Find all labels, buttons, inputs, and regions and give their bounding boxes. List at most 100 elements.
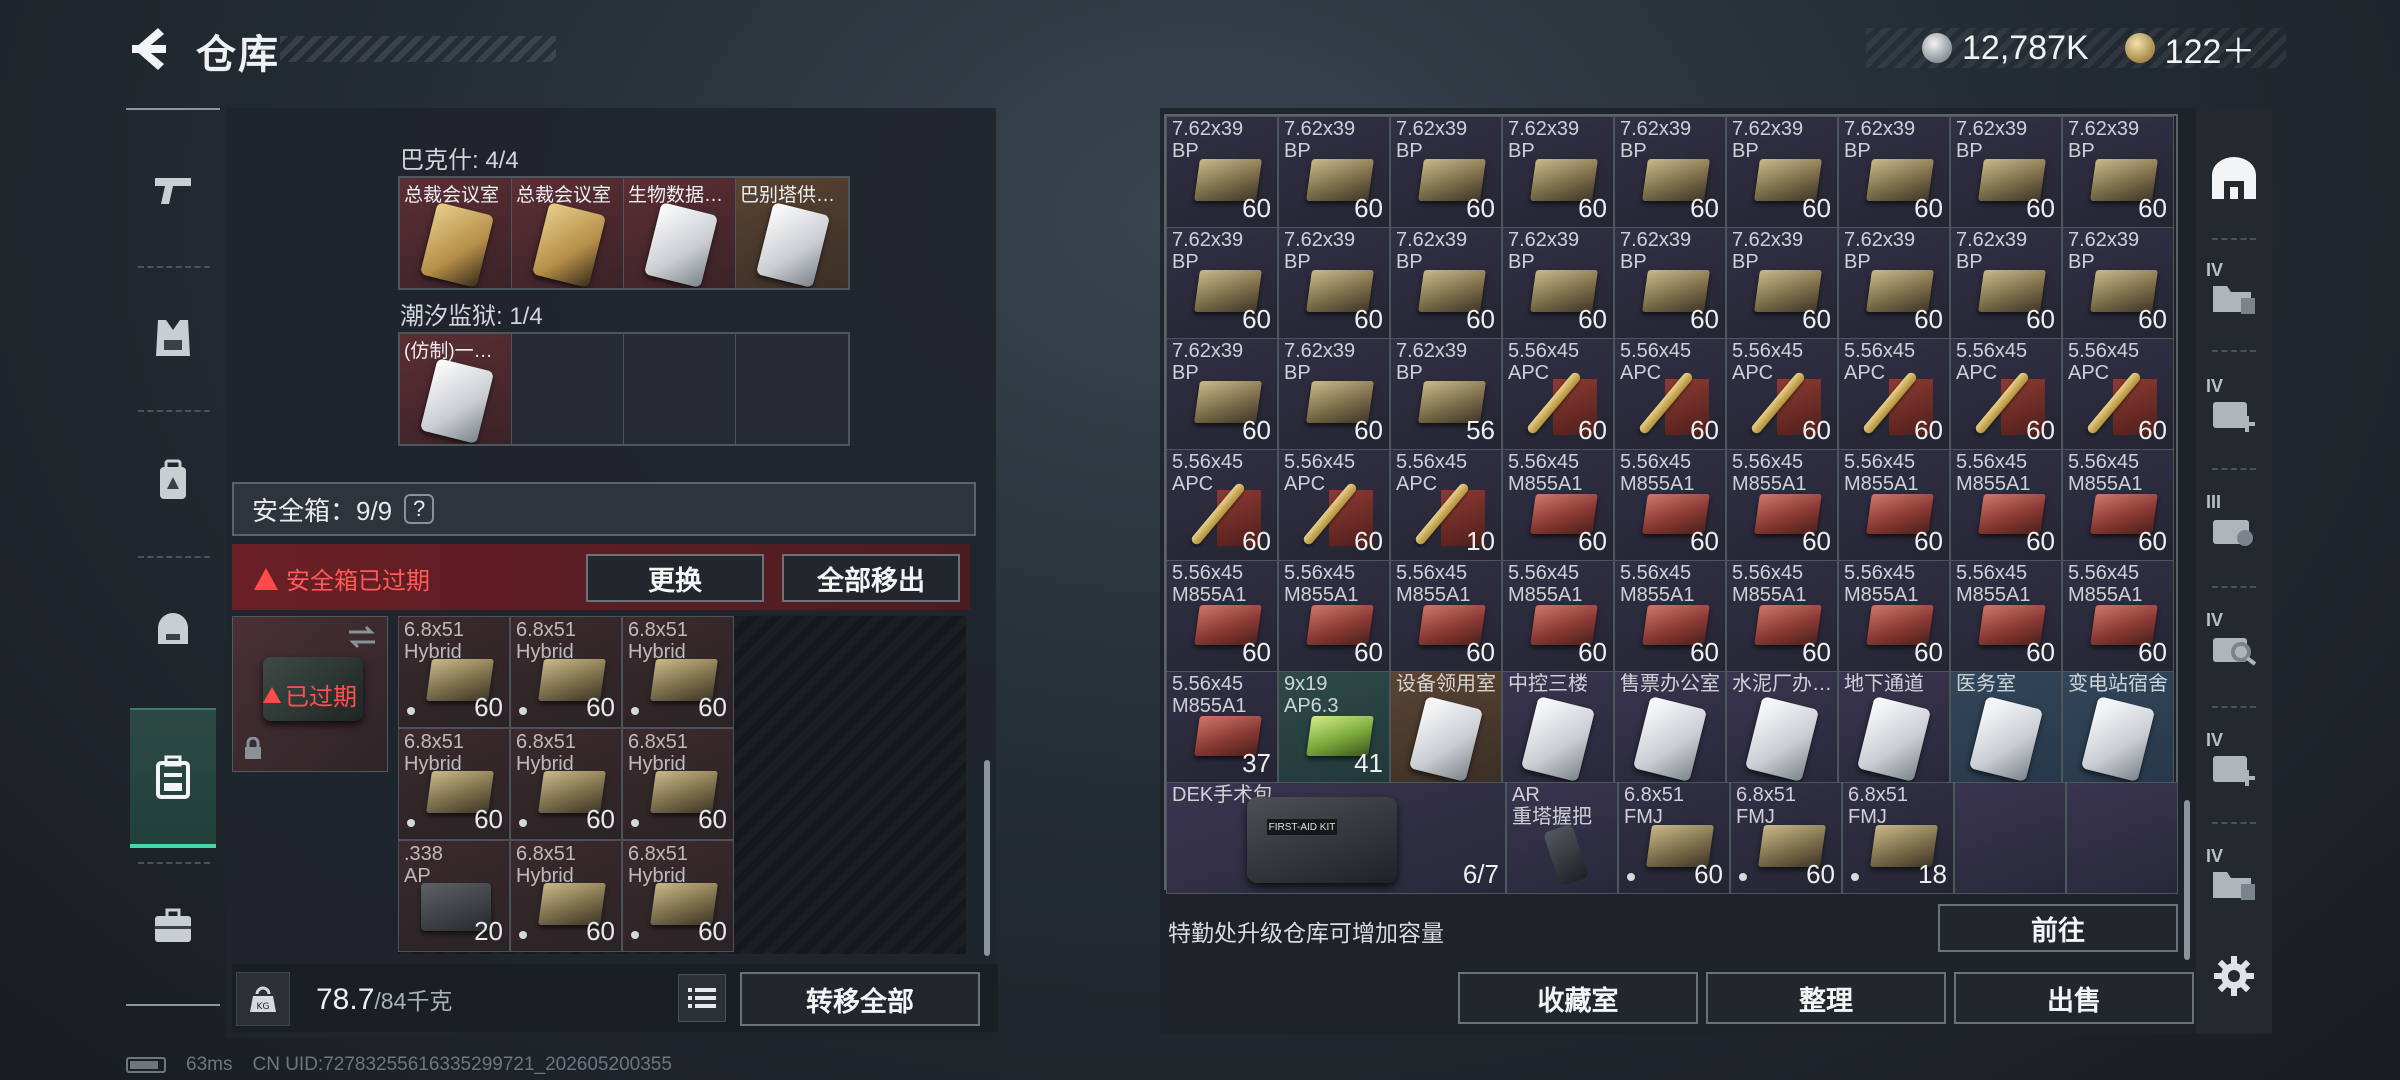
keycard-slot[interactable]: (仿制)一… bbox=[400, 334, 512, 444]
warehouse-tab-5[interactable]: IV bbox=[2196, 716, 2272, 816]
keycard-slot[interactable]: 总裁会议室 bbox=[512, 178, 624, 288]
go-button[interactable]: 前往 bbox=[1938, 904, 2178, 952]
secure-item[interactable]: 6.8x51 Hybrid 60 bbox=[398, 728, 510, 840]
nav-backpack[interactable] bbox=[130, 420, 216, 540]
warehouse-tab-6[interactable]: IV bbox=[2196, 832, 2272, 932]
swap-icon[interactable] bbox=[347, 625, 377, 649]
warehouse-item[interactable]: 设备领用室 bbox=[1390, 671, 1502, 783]
warehouse-item[interactable]: 7.62x39 BP 56 bbox=[1390, 338, 1502, 450]
warehouse-item[interactable]: 5.56x45 M855A1 60 bbox=[1950, 560, 2062, 672]
warehouse-tab-all[interactable] bbox=[2196, 128, 2272, 228]
nav-briefcase[interactable] bbox=[130, 866, 216, 986]
replace-button[interactable]: 更换 bbox=[586, 554, 764, 602]
safe-box-slot[interactable]: 已过期 bbox=[232, 616, 388, 772]
warehouse-item[interactable]: 7.62x39 BP 60 bbox=[1390, 227, 1502, 339]
warehouse-item[interactable]: 5.56x45 M855A1 60 bbox=[1502, 560, 1614, 672]
warehouse-item[interactable]: 7.62x39 BP 60 bbox=[1390, 116, 1502, 228]
secure-item[interactable]: 6.8x51 Hybrid 60 bbox=[622, 616, 734, 728]
sort-button[interactable]: 整理 bbox=[1706, 972, 1946, 1024]
warehouse-item[interactable]: 6.8x51 FMJ 60 bbox=[1618, 782, 1730, 894]
warehouse-item[interactable]: 7.62x39 BP 60 bbox=[1614, 116, 1726, 228]
warehouse-tab-4[interactable]: IV bbox=[2196, 596, 2272, 696]
warehouse-item[interactable]: 7.62x39 BP 60 bbox=[1950, 227, 2062, 339]
secure-item[interactable]: .338 AP 20 bbox=[398, 840, 510, 952]
nav-weapons[interactable] bbox=[130, 130, 216, 250]
warehouse-item[interactable]: 9x19 AP6.3 41 bbox=[1278, 671, 1390, 783]
transfer-all-button[interactable]: 转移全部 bbox=[740, 972, 980, 1026]
warehouse-scrollbar[interactable] bbox=[2184, 800, 2190, 960]
warehouse-item[interactable]: 7.62x39 BP 60 bbox=[1950, 116, 2062, 228]
warehouse-item[interactable]: 7.62x39 BP 60 bbox=[1278, 338, 1390, 450]
help-icon[interactable]: ? bbox=[404, 494, 435, 524]
warehouse-item[interactable]: 5.56x45 M855A1 60 bbox=[1390, 560, 1502, 672]
sell-button[interactable]: 出售 bbox=[1954, 972, 2194, 1024]
warehouse-item[interactable]: 5.56x45 APC 60 bbox=[1278, 449, 1390, 561]
keycard-slot[interactable]: 巴别塔供… bbox=[736, 178, 848, 288]
warehouse-item[interactable]: 变电站宿舍 bbox=[2062, 671, 2174, 783]
empty-slot[interactable] bbox=[2066, 782, 2178, 894]
warehouse-item[interactable]: 地下通道 bbox=[1838, 671, 1950, 783]
warehouse-item[interactable]: 5.56x45 M855A1 60 bbox=[1726, 560, 1838, 672]
warehouse-item[interactable]: 7.62x39 BP 60 bbox=[1838, 227, 1950, 339]
warehouse-item[interactable]: 5.56x45 M855A1 60 bbox=[1950, 449, 2062, 561]
warehouse-item[interactable]: 5.56x45 M855A1 60 bbox=[1502, 449, 1614, 561]
warehouse-item[interactable]: 5.56x45 M855A1 60 bbox=[2062, 560, 2174, 672]
warehouse-item[interactable]: 5.56x45 APC 60 bbox=[1838, 338, 1950, 450]
warehouse-item[interactable]: 5.56x45 M855A1 60 bbox=[1278, 560, 1390, 672]
empty-keycard-slot[interactable] bbox=[512, 334, 624, 444]
warehouse-item[interactable]: 7.62x39 BP 60 bbox=[1278, 227, 1390, 339]
secure-item[interactable]: 6.8x51 Hybrid 60 bbox=[510, 728, 622, 840]
warehouse-item[interactable]: 7.62x39 BP 60 bbox=[1278, 116, 1390, 228]
warehouse-item[interactable]: 6.8x51 FMJ 60 bbox=[1730, 782, 1842, 894]
warehouse-item[interactable]: 6.8x51 FMJ 18 bbox=[1842, 782, 1954, 894]
keycard-slot[interactable]: 生物数据… bbox=[624, 178, 736, 288]
warehouse-item[interactable]: 7.62x39 BP 60 bbox=[1726, 227, 1838, 339]
warehouse-item[interactable]: 售票办公室 bbox=[1614, 671, 1726, 783]
warehouse-item[interactable]: 7.62x39 BP 60 bbox=[1502, 116, 1614, 228]
warehouse-item[interactable]: 7.62x39 BP 60 bbox=[1614, 227, 1726, 339]
warehouse-tab-3[interactable]: III bbox=[2196, 478, 2272, 578]
warehouse-item[interactable]: 5.56x45 APC 60 bbox=[1166, 449, 1278, 561]
warehouse-item-grip[interactable]: AR 重塔握把 bbox=[1506, 782, 1618, 894]
warehouse-item[interactable]: 医务室 bbox=[1950, 671, 2062, 783]
warehouse-item[interactable]: 5.56x45 APC 60 bbox=[1502, 338, 1614, 450]
empty-slot[interactable] bbox=[1954, 782, 2066, 894]
gold-amount[interactable]: 122＋ bbox=[2165, 24, 2256, 73]
warehouse-item[interactable]: 7.62x39 BP 60 bbox=[2062, 227, 2174, 339]
settings-button[interactable] bbox=[2196, 928, 2272, 1024]
warehouse-item[interactable]: 5.56x45 M855A1 60 bbox=[1726, 449, 1838, 561]
warehouse-item[interactable]: 5.56x45 M855A1 60 bbox=[1838, 449, 1950, 561]
keycard-slot[interactable]: 总裁会议室 bbox=[400, 178, 512, 288]
warehouse-item[interactable]: 水泥厂办… bbox=[1726, 671, 1838, 783]
left-scrollbar[interactable] bbox=[984, 760, 990, 956]
secure-item[interactable]: 6.8x51 Hybrid 60 bbox=[510, 616, 622, 728]
warehouse-item[interactable]: 7.62x39 BP 60 bbox=[1838, 116, 1950, 228]
warehouse-item[interactable]: 5.56x45 APC 60 bbox=[1950, 338, 2062, 450]
warehouse-item[interactable]: 5.56x45 M855A1 60 bbox=[2062, 449, 2174, 561]
warehouse-item[interactable]: 5.56x45 APC 60 bbox=[1614, 338, 1726, 450]
move-all-out-button[interactable]: 全部移出 bbox=[782, 554, 960, 602]
warehouse-item[interactable]: 7.62x39 BP 60 bbox=[1726, 116, 1838, 228]
warehouse-item[interactable]: 7.62x39 BP 60 bbox=[2062, 116, 2174, 228]
secure-item[interactable]: 6.8x51 Hybrid 60 bbox=[622, 840, 734, 952]
warehouse-item[interactable]: 5.56x45 M855A1 37 bbox=[1166, 671, 1278, 783]
warehouse-item[interactable]: 5.56x45 M855A1 60 bbox=[1166, 560, 1278, 672]
secure-item[interactable]: 6.8x51 Hybrid 60 bbox=[510, 840, 622, 952]
warehouse-tab-1[interactable]: IV bbox=[2196, 246, 2272, 346]
back-button[interactable] bbox=[124, 24, 174, 74]
warehouse-tab-2[interactable]: IV bbox=[2196, 362, 2272, 462]
warehouse-item-medkit[interactable]: DEK手术包 FIRST-AID KIT 6/7 bbox=[1166, 782, 1506, 894]
warehouse-item[interactable]: 5.56x45 APC 60 bbox=[2062, 338, 2174, 450]
warehouse-item[interactable]: 7.62x39 BP 60 bbox=[1166, 116, 1278, 228]
nav-armor[interactable] bbox=[130, 278, 216, 398]
nav-safe-box[interactable] bbox=[130, 708, 216, 848]
warehouse-item[interactable]: 5.56x45 M855A1 60 bbox=[1614, 560, 1726, 672]
warehouse-item[interactable]: 5.56x45 APC 10 bbox=[1390, 449, 1502, 561]
list-view-button[interactable] bbox=[678, 974, 726, 1022]
warehouse-item[interactable]: 5.56x45 APC 60 bbox=[1726, 338, 1838, 450]
warehouse-item[interactable]: 7.62x39 BP 60 bbox=[1166, 338, 1278, 450]
warehouse-item[interactable]: 5.56x45 M855A1 60 bbox=[1614, 449, 1726, 561]
secure-item[interactable]: 6.8x51 Hybrid 60 bbox=[622, 728, 734, 840]
empty-keycard-slot[interactable] bbox=[624, 334, 736, 444]
warehouse-item[interactable]: 5.56x45 M855A1 60 bbox=[1838, 560, 1950, 672]
